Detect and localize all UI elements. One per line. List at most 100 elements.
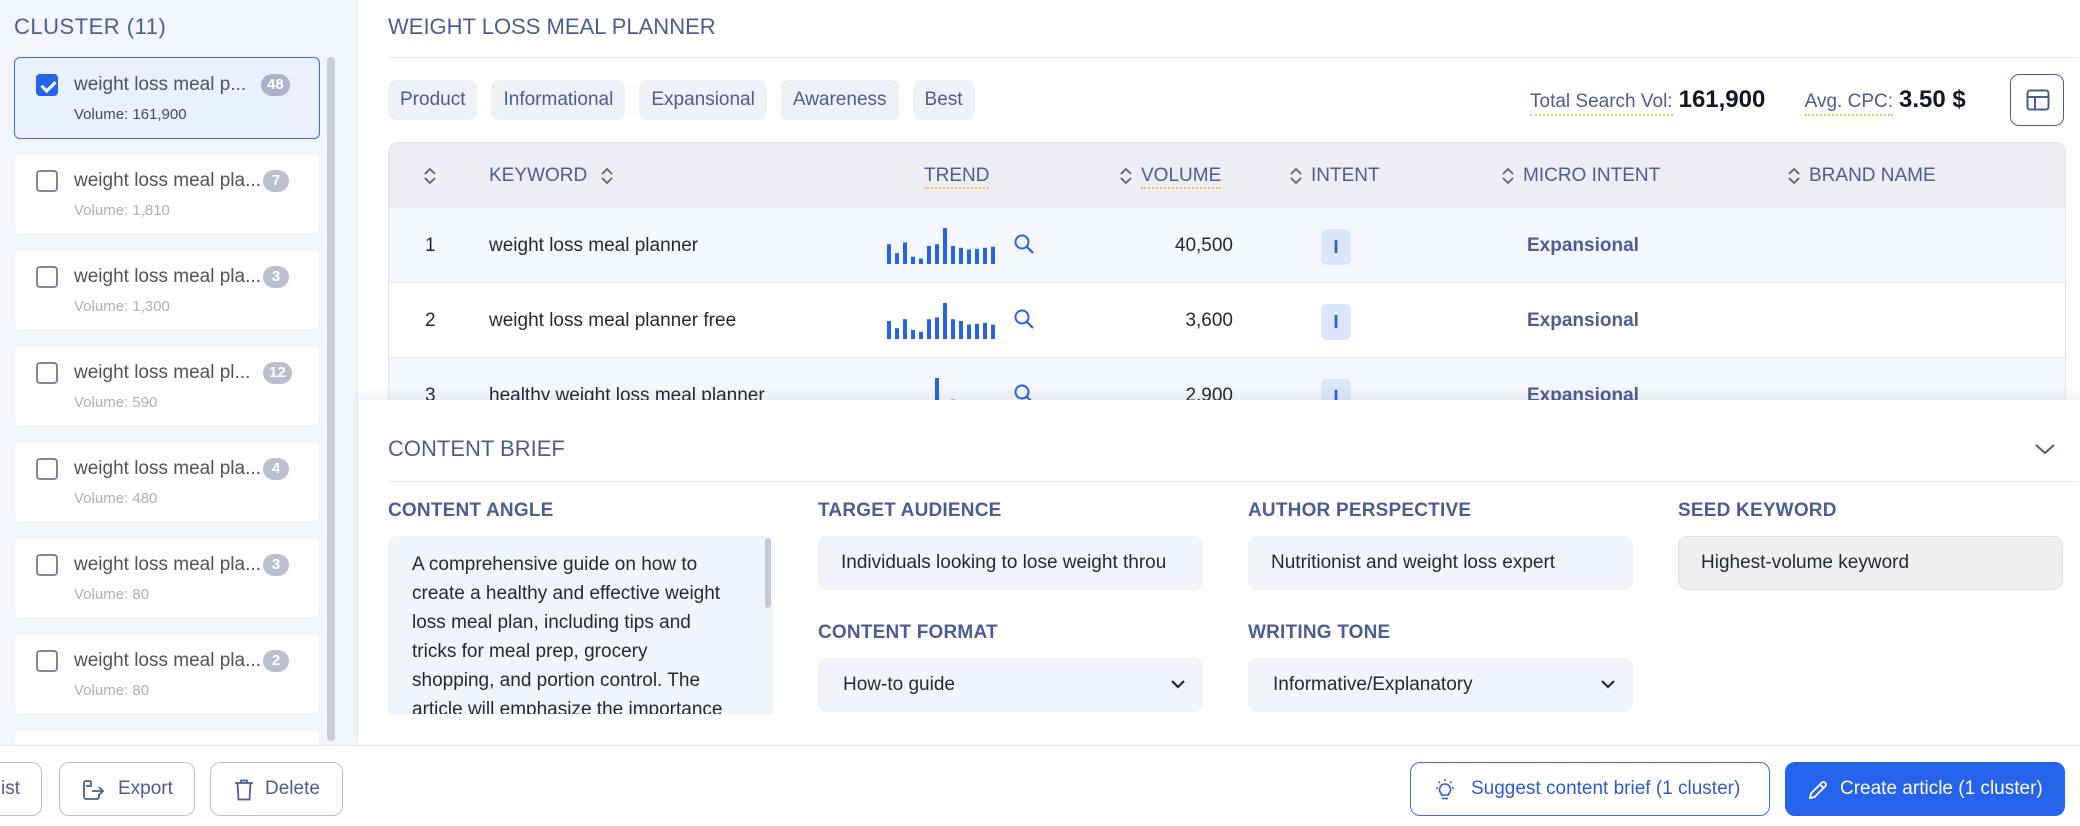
column-header-keyword[interactable]: KEYWORD <box>489 165 614 187</box>
lightbulb-icon <box>1436 779 1454 800</box>
divider <box>388 57 2078 58</box>
keyword-header-label: KEYWORD <box>489 165 588 186</box>
search-icon[interactable] <box>1013 308 1035 330</box>
checkbox[interactable] <box>36 266 58 288</box>
seed-keyword-input[interactable]: Highest-volume keyword <box>1678 536 2063 590</box>
sort-index-button[interactable] <box>423 165 437 187</box>
column-header-volume[interactable]: VOLUME <box>1119 165 1222 189</box>
chip-product[interactable]: Product <box>388 80 478 120</box>
table-row[interactable]: 1 weight loss meal planner 40,500 I Expa… <box>389 208 2065 283</box>
content-angle-label: CONTENT ANGLE <box>388 500 554 521</box>
intent-header-label: INTENT <box>1311 165 1380 186</box>
table-row[interactable]: 3 healthy weight loss meal planner 2,900… <box>389 358 2065 402</box>
page-title: WEIGHT LOSS MEAL PLANNER <box>388 14 716 39</box>
checkbox[interactable] <box>36 650 58 672</box>
checkbox[interactable] <box>36 362 58 384</box>
keyword-count-badge: 3 <box>263 554 289 576</box>
column-header-intent[interactable]: INTENT <box>1289 165 1380 187</box>
chip-expansional[interactable]: Expansional <box>639 80 767 120</box>
total-search-vol-label: Total Search Vol: <box>1530 91 1673 116</box>
chevron-down-icon[interactable] <box>2034 442 2056 456</box>
trend-bar <box>927 319 931 339</box>
list-button-label: ist <box>1 778 20 799</box>
cluster-item[interactable]: weight loss meal pla... 3 Volume: 80 <box>14 537 320 619</box>
trash-icon <box>235 779 253 801</box>
trend-sparkline <box>887 228 995 264</box>
micro-intent-header-label: MICRO INTENT <box>1523 165 1661 186</box>
trend-bar <box>887 321 891 339</box>
keyword-count-badge: 12 <box>263 362 292 384</box>
checkbox[interactable] <box>36 170 58 192</box>
trend-bar <box>951 319 955 339</box>
cluster-name: weight loss meal pla... <box>74 650 261 671</box>
avg-cpc-label: Avg. CPC: <box>1804 91 1893 116</box>
cluster-volume: Volume: 480 <box>74 490 158 507</box>
table-row[interactable]: 2 weight loss meal planner free 3,600 I … <box>389 283 2065 358</box>
chip-informational[interactable]: Informational <box>491 80 626 120</box>
checkbox[interactable] <box>36 74 58 96</box>
column-header-trend: TREND <box>924 165 990 189</box>
chip-awareness[interactable]: Awareness <box>780 80 899 120</box>
cluster-volume: Volume: 80 <box>74 586 150 603</box>
volume-header-label: VOLUME <box>1141 165 1222 189</box>
trend-bar <box>903 242 907 264</box>
author-perspective-input[interactable]: Nutritionist and weight loss expert <box>1248 536 1633 590</box>
trend-bar <box>967 324 971 339</box>
target-audience-label: TARGET AUDIENCE <box>818 500 1002 521</box>
cluster-item[interactable]: weight loss meal pla... 4 Volume: 480 <box>14 441 320 523</box>
checkbox[interactable] <box>36 458 58 480</box>
seed-keyword-label: SEED KEYWORD <box>1678 500 1837 521</box>
chip-best[interactable]: Best <box>912 80 975 120</box>
author-perspective-label: AUTHOR PERSPECTIVE <box>1248 500 1472 521</box>
trend-bar <box>911 256 915 264</box>
writing-tone-select[interactable]: Informative/Explanatory <box>1248 658 1633 712</box>
textarea-scrollbar[interactable] <box>765 538 771 608</box>
trend-bar <box>895 328 899 339</box>
keyword-table: KEYWORD TREND VOLUME INTENT MICRO INTENT… <box>388 142 2066 402</box>
sort-icon <box>1120 167 1132 185</box>
sort-icon <box>601 167 614 185</box>
cluster-item[interactable]: weight loss meal pla... 2 Volume: 80 <box>14 633 320 715</box>
trend-bar <box>895 253 899 264</box>
column-header-micro-intent[interactable]: MICRO INTENT <box>1501 165 1660 187</box>
trend-bar <box>943 228 947 264</box>
sort-icon <box>1788 167 1800 185</box>
table-header: KEYWORD TREND VOLUME INTENT MICRO INTENT… <box>389 143 2065 208</box>
cluster-item[interactable]: weight loss meal pl... 12 Volume: 590 <box>14 345 320 427</box>
writing-tone-label: WRITING TONE <box>1248 622 1391 643</box>
divider <box>388 481 2078 482</box>
chevron-down-icon <box>1171 680 1185 689</box>
cluster-sidebar: CLUSTER (11) weight loss meal p... 48 Vo… <box>0 0 358 745</box>
cluster-item[interactable]: weight loss meal pla... 3 Volume: 1,300 <box>14 249 320 331</box>
list-button[interactable]: ist <box>0 762 42 816</box>
content-format-select[interactable]: How-to guide <box>818 658 1203 712</box>
content-format-value: How-to guide <box>843 674 955 695</box>
cluster-volume: Volume: 1,300 <box>74 298 170 315</box>
export-button[interactable]: Export <box>59 762 195 816</box>
sidebar-scrollbar[interactable] <box>327 57 335 741</box>
target-audience-input[interactable]: Individuals looking to lose weight throu <box>818 536 1203 590</box>
content-angle-textarea[interactable]: A comprehensive guide on how to create a… <box>388 536 773 714</box>
cluster-name: weight loss meal pla... <box>74 458 261 479</box>
trend-bar <box>943 303 947 339</box>
cluster-item[interactable]: weight loss meal p... 48 Volume: 161,900 <box>14 57 320 139</box>
search-icon[interactable] <box>1013 233 1035 255</box>
keyword-count-badge: 7 <box>263 170 289 192</box>
cluster-item[interactable] <box>14 729 320 745</box>
target-audience-value: Individuals looking to lose weight throu <box>841 552 1167 573</box>
keyword-count-badge: 48 <box>261 74 290 96</box>
cluster-volume: Volume: 1,810 <box>74 202 170 219</box>
cluster-item[interactable]: weight loss meal pla... 7 Volume: 1,810 <box>14 153 320 235</box>
checkbox[interactable] <box>36 554 58 576</box>
trend-bar <box>959 247 963 264</box>
column-header-brand-name[interactable]: BRAND NAME <box>1787 165 1936 187</box>
trend-bar <box>927 246 931 264</box>
suggest-content-brief-button[interactable]: Suggest content brief (1 cluster) <box>1410 762 1770 816</box>
row-index: 2 <box>425 310 436 331</box>
keyword-cell: weight loss meal planner <box>489 235 699 256</box>
column-layout-button[interactable] <box>2010 74 2064 126</box>
delete-button[interactable]: Delete <box>210 762 343 816</box>
trend-bar <box>975 323 979 339</box>
keyword-count-badge: 2 <box>263 650 289 672</box>
create-article-button[interactable]: Create article (1 cluster) <box>1785 762 2065 816</box>
